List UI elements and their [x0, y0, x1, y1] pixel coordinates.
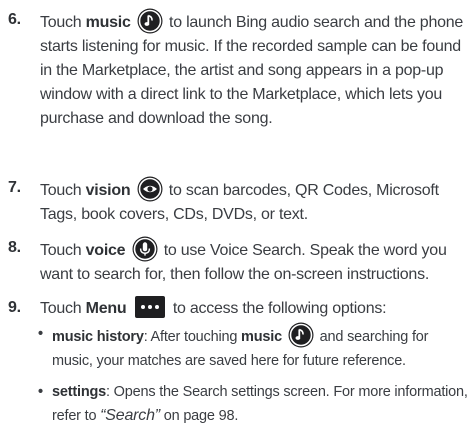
keyword-music: music: [85, 14, 131, 31]
step-body: Touch Menu to access the following optio…: [40, 296, 470, 321]
step-lead: Touch: [40, 242, 86, 259]
eye-icon: [137, 176, 163, 202]
bullet: •: [38, 384, 43, 400]
option-text: on page 98.: [159, 408, 239, 424]
step-text: to access the following options:: [172, 300, 387, 317]
keyword-voice: voice: [85, 242, 126, 259]
keyword-settings: settings: [52, 384, 106, 400]
keyword-vision: vision: [85, 182, 131, 199]
step-lead: Touch: [40, 182, 86, 199]
cross-reference-link[interactable]: “Search”: [100, 407, 160, 424]
step-number: 8.: [8, 239, 21, 256]
step-body: Touch voice to use Voice Search. Speak t…: [40, 236, 470, 287]
step-number: 9.: [8, 299, 21, 316]
step-number: 6.: [8, 11, 21, 28]
microphone-icon: [132, 236, 158, 262]
step-body: Touch music to launch Bing audio search …: [40, 8, 470, 131]
option-text: : After touching: [143, 329, 242, 345]
step-body: Touch vision to scan barcodes, QR Codes,…: [40, 176, 470, 227]
keyword-music: music: [241, 329, 282, 345]
step-lead: Touch: [40, 300, 86, 317]
option-music-history: • music history: After touching music an…: [38, 322, 468, 373]
keyword-music-history: music history: [52, 329, 144, 345]
option-settings: • settings: Opens the Search settings sc…: [38, 380, 468, 428]
document-page: 6. Touch music to launch Bing audio sear…: [0, 0, 474, 432]
step-lead: Touch: [40, 14, 86, 31]
music-note-icon: [137, 8, 163, 34]
music-note-icon: [288, 322, 314, 348]
more-dots-icon: [134, 296, 165, 318]
keyword-menu: Menu: [85, 300, 127, 317]
bullet: •: [38, 326, 43, 342]
step-number: 7.: [8, 179, 21, 196]
